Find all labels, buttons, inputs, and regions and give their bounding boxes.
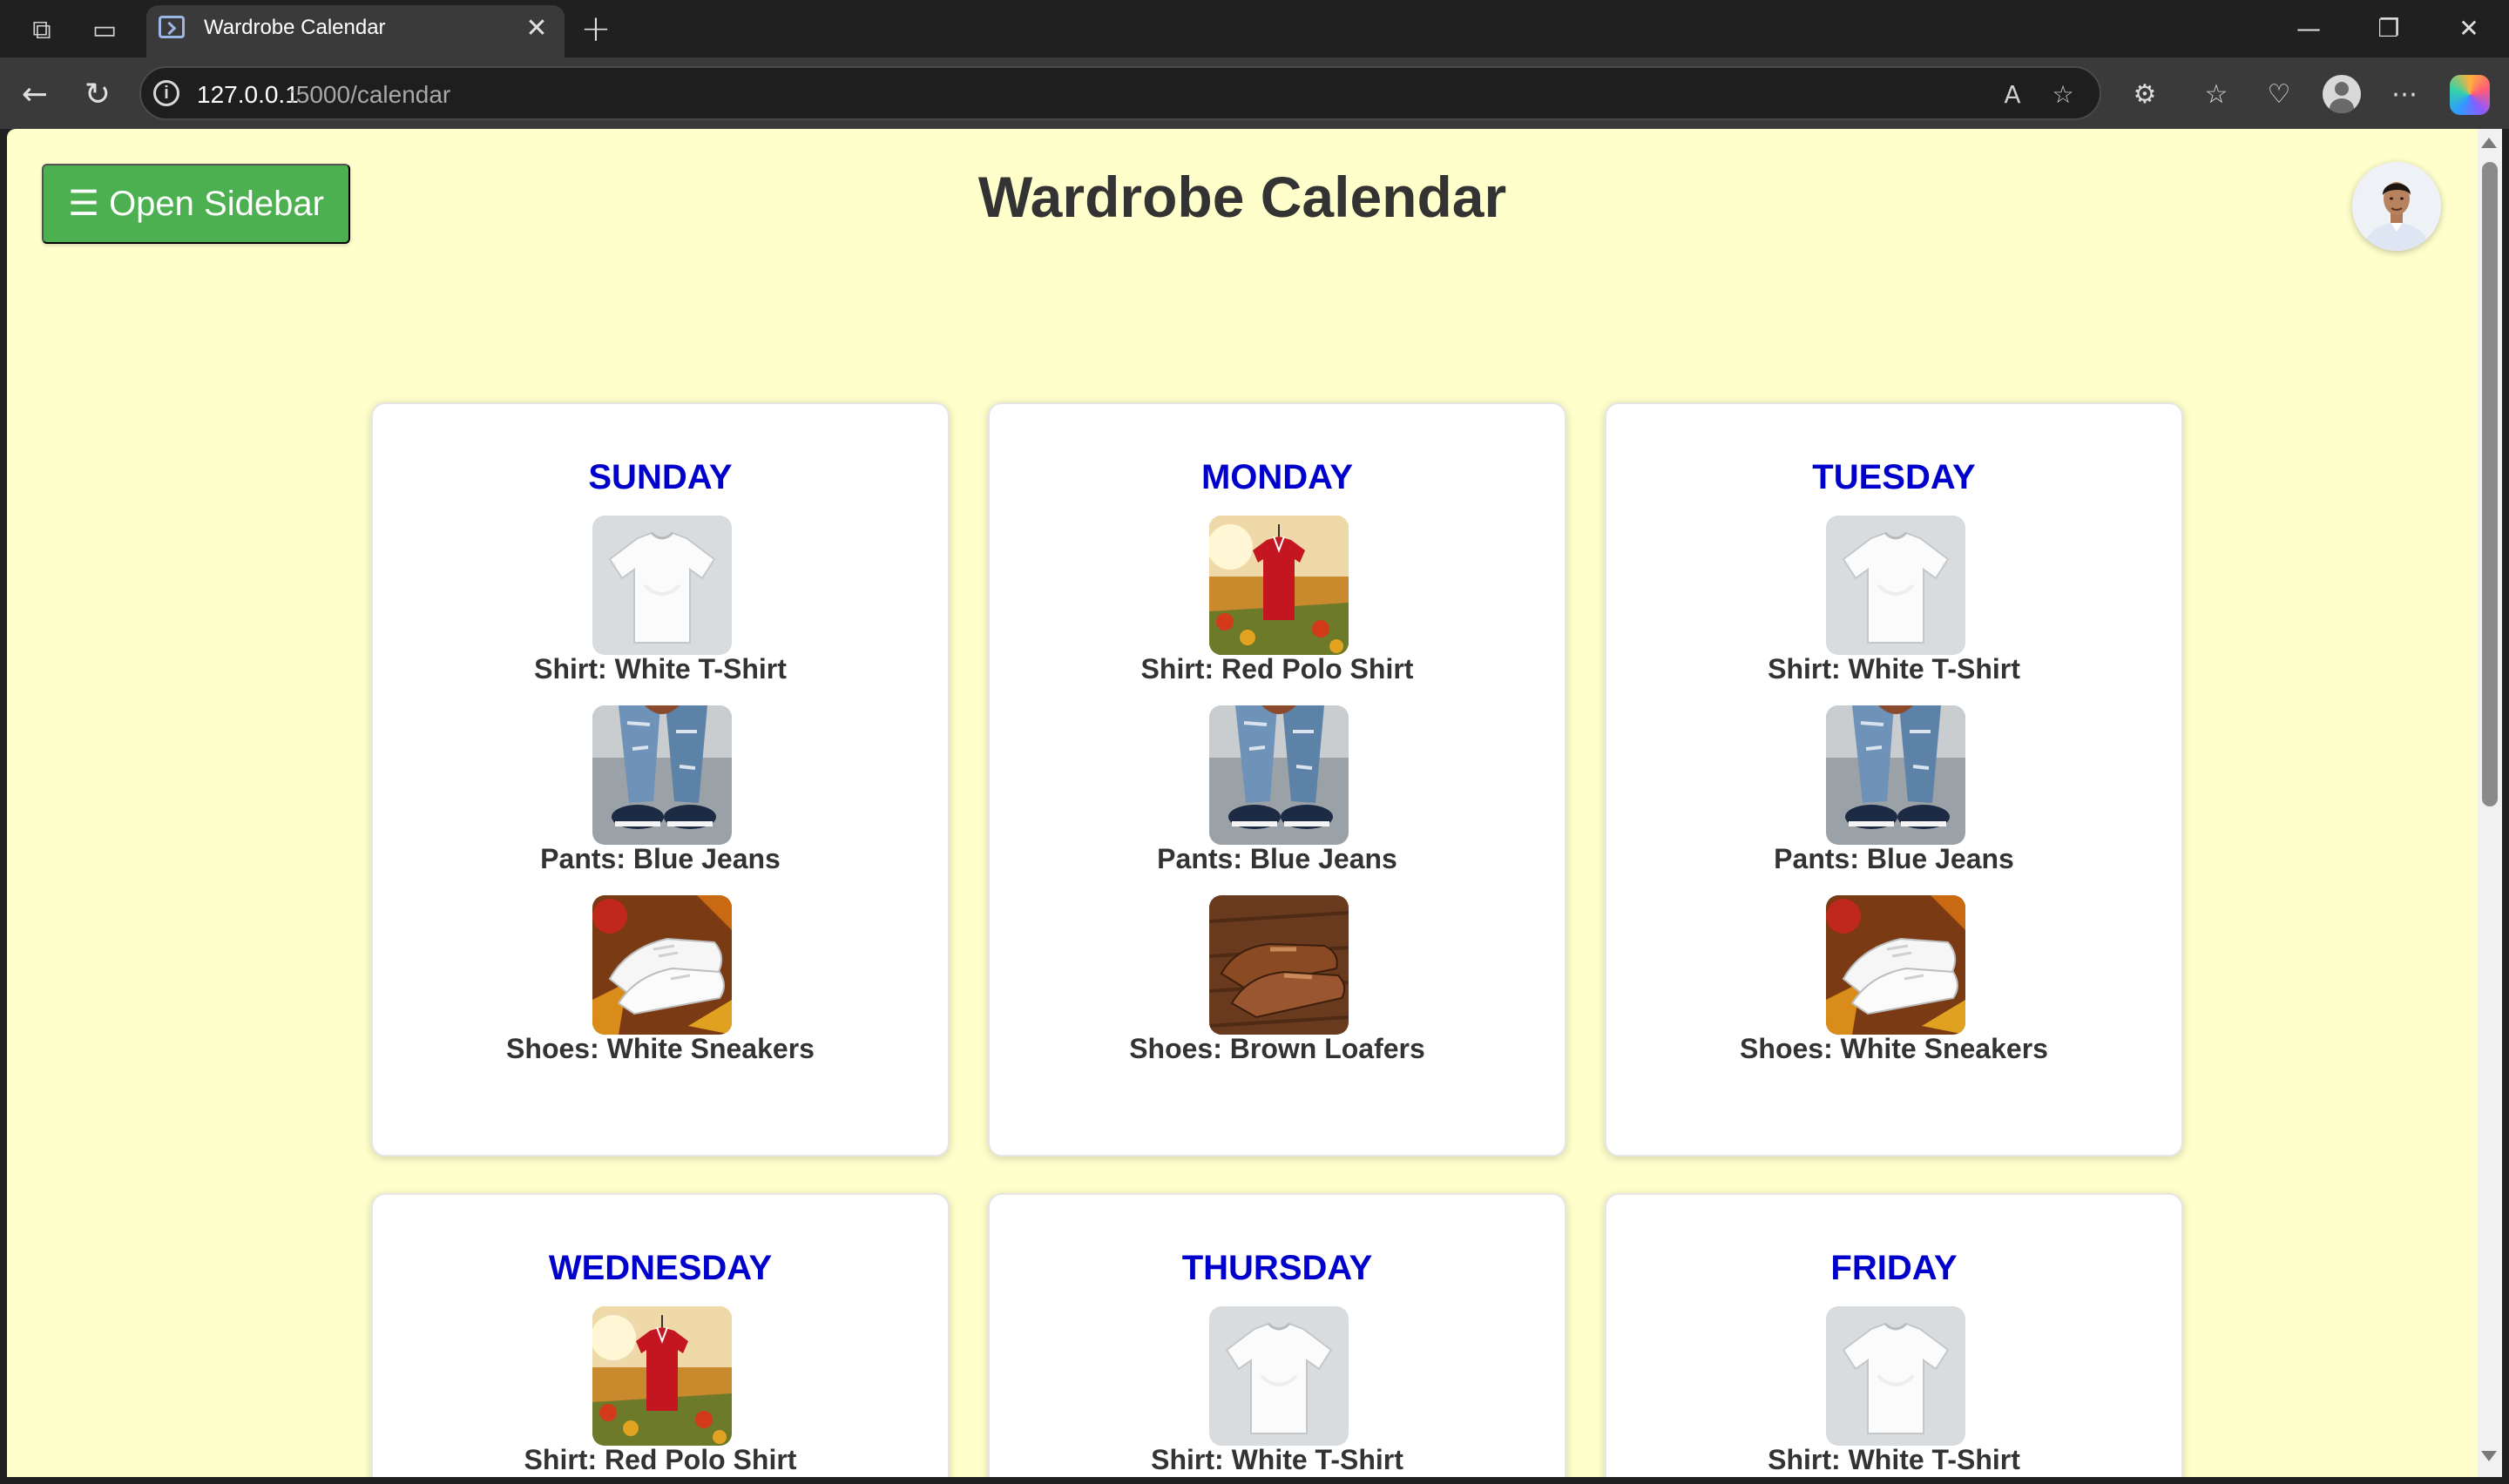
new-tab-icon[interactable]: + — [577, 7, 615, 50]
site-info-icon[interactable]: i — [153, 80, 179, 106]
minimize-icon[interactable]: — — [2282, 9, 2335, 47]
shoes-caption: Shoes: Brown Loafers — [1129, 1033, 1425, 1064]
shirt-caption: Shirt: Red Polo Shirt — [1140, 653, 1414, 685]
white-tshirt-icon — [1209, 1306, 1349, 1446]
refresh-icon[interactable]: ↻ — [77, 73, 118, 115]
more-menu-icon[interactable]: ⋯ — [2384, 73, 2425, 115]
shirt-caption: Shirt: Red Polo Shirt — [524, 1444, 797, 1475]
close-tab-icon[interactable]: ✕ — [521, 12, 552, 44]
white-tshirt-icon — [1826, 1306, 1965, 1446]
workspaces-icon[interactable]: ⧉ — [23, 10, 61, 49]
page-title: Wardrobe Calendar — [977, 165, 1507, 229]
scrollbar-thumb[interactable] — [2482, 162, 2498, 806]
shoes-caption: Shoes: White Sneakers — [1740, 1033, 2048, 1064]
blue-jeans-icon — [592, 705, 732, 845]
red-polo-icon — [592, 1306, 732, 1446]
day-name: TUESDAY — [1812, 458, 1976, 496]
pants-caption: Pants: Blue Jeans — [1774, 843, 2014, 874]
close-window-icon[interactable]: ✕ — [2443, 9, 2495, 47]
day-name: FRIDAY — [1830, 1249, 1958, 1287]
scroll-up-icon[interactable] — [2481, 138, 2497, 148]
day-card-sunday: SUNDAY Shirt: White T-Shirt Pants: Blue … — [371, 402, 950, 1157]
day-name: MONDAY — [1200, 458, 1354, 496]
shoes-caption: Shoes: White Sneakers — [506, 1033, 815, 1064]
page-viewport: ☰ Open Sidebar Wardrobe Calendar SUNDAY … — [7, 129, 2478, 1477]
tab-title: Wardrobe Calendar — [204, 16, 386, 39]
read-aloud-icon[interactable]: A — [1995, 77, 2030, 111]
restore-icon[interactable]: ❐ — [2363, 9, 2415, 47]
shirt-caption: Shirt: White T-Shirt — [1768, 653, 2020, 685]
day-name: THURSDAY — [1181, 1249, 1373, 1287]
shirt-caption: Shirt: White T-Shirt — [1768, 1444, 2020, 1475]
tab-favicon-icon — [159, 16, 185, 38]
white-tshirt-icon — [592, 516, 732, 655]
copilot-icon[interactable] — [2450, 75, 2490, 115]
brown-loafers-icon — [1209, 895, 1349, 1035]
user-avatar[interactable] — [2352, 162, 2441, 251]
back-icon[interactable]: ← — [14, 73, 56, 115]
white-sneakers-icon — [592, 895, 732, 1035]
address-bar[interactable]: i 127.0.0.1 :5000/calendar A ☆ — [139, 66, 2101, 120]
day-card-friday: FRIDAY Shirt: White T-Shirt — [1605, 1193, 2183, 1477]
day-name: WEDNESDAY — [548, 1249, 773, 1287]
blue-jeans-icon — [1209, 705, 1349, 845]
pants-caption: Pants: Blue Jeans — [540, 843, 781, 874]
day-name: SUNDAY — [588, 458, 733, 496]
day-card-wednesday: WEDNESDAY Shirt: Red Polo Shirt — [371, 1193, 950, 1477]
shirt-caption: Shirt: White T-Shirt — [534, 653, 787, 685]
vertical-tabs-icon[interactable]: ▭ — [85, 10, 124, 49]
blue-jeans-icon — [1826, 705, 1965, 845]
pants-caption: Pants: Blue Jeans — [1157, 843, 1397, 874]
shirt-caption: Shirt: White T-Shirt — [1151, 1444, 1403, 1475]
day-card-thursday: THURSDAY Shirt: White T-Shirt — [988, 1193, 1566, 1477]
red-polo-icon — [1209, 516, 1349, 655]
url-path: :5000/calendar — [289, 81, 451, 108]
day-card-tuesday: TUESDAY Shirt: White T-Shirt Pants: Blue… — [1605, 402, 2183, 1157]
browser-essentials-icon[interactable]: ♡ — [2258, 73, 2300, 115]
profile-avatar-icon[interactable] — [2323, 75, 2361, 113]
url-host: 127.0.0.1 — [197, 81, 299, 108]
browser-titlebar: ⧉ ▭ Wardrobe Calendar ✕ + — ❐ ✕ — [0, 0, 2509, 57]
favorites-icon[interactable]: ☆ — [2195, 73, 2237, 115]
white-tshirt-icon — [1826, 516, 1965, 655]
extensions-icon[interactable]: ⚙ — [2124, 73, 2166, 115]
scroll-down-icon[interactable] — [2481, 1451, 2497, 1461]
day-card-monday: MONDAY Shirt: Red Polo Shirt Pants: Blue… — [988, 402, 1566, 1157]
white-sneakers-icon — [1826, 895, 1965, 1035]
favorite-star-icon[interactable]: ☆ — [2046, 77, 2080, 111]
browser-toolbar: ← ↻ i 127.0.0.1 :5000/calendar A ☆ ⚙ ☆ ♡… — [0, 57, 2509, 129]
